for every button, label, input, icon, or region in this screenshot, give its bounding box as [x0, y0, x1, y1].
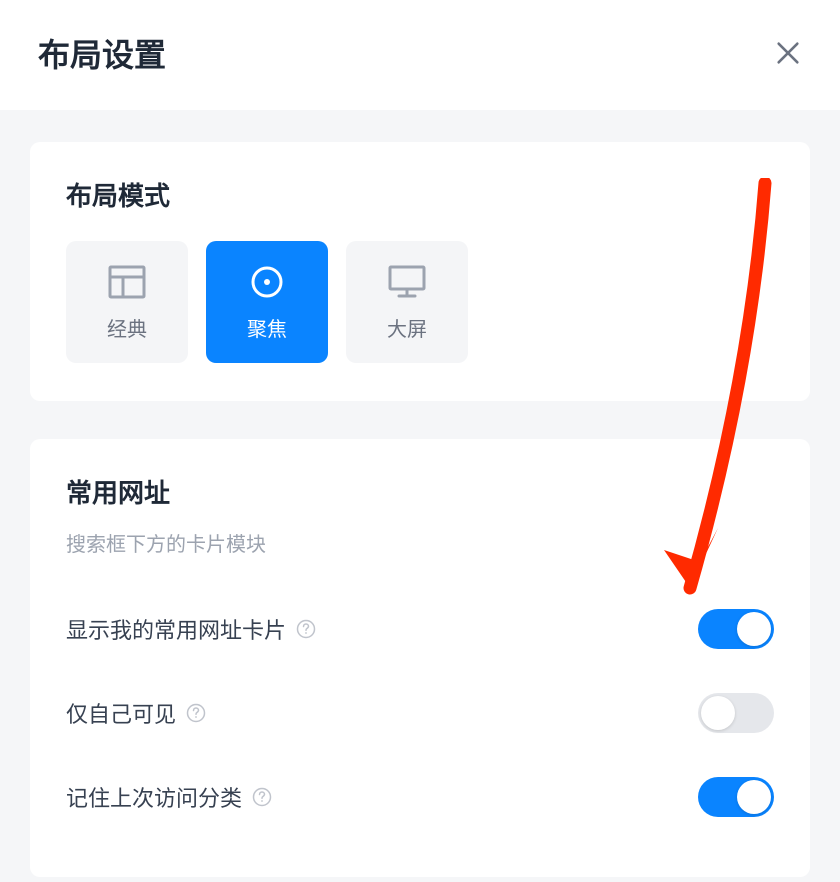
layout-option-focus[interactable]: 聚焦: [206, 241, 328, 363]
help-icon[interactable]: [252, 787, 272, 807]
setting-label-wrap: 仅自己可见: [66, 697, 206, 729]
dialog-header: 布局设置: [0, 0, 840, 110]
toggle-knob: [701, 696, 735, 730]
common-sites-panel: 常用网址 搜索框下方的卡片模块 显示我的常用网址卡片 仅自己可见: [30, 439, 810, 877]
layout-classic-icon: [108, 263, 146, 301]
layout-widescreen-icon: [387, 263, 427, 301]
layout-mode-title: 布局模式: [66, 176, 774, 213]
help-icon[interactable]: [186, 703, 206, 723]
setting-row-only-self: 仅自己可见: [66, 671, 774, 755]
toggle-knob: [737, 780, 771, 814]
setting-row-show-cards: 显示我的常用网址卡片: [66, 587, 774, 671]
setting-label: 显示我的常用网址卡片: [66, 613, 286, 645]
setting-row-remember-category: 记住上次访问分类: [66, 755, 774, 839]
layout-option-label: 聚焦: [247, 313, 287, 342]
layout-options-group: 经典 聚焦 大屏: [66, 241, 774, 363]
common-sites-title: 常用网址: [66, 473, 774, 510]
layout-mode-panel: 布局模式 经典 聚焦: [30, 142, 810, 401]
toggle-show-cards[interactable]: [698, 609, 774, 649]
close-button[interactable]: [774, 39, 802, 67]
setting-label: 仅自己可见: [66, 697, 176, 729]
layout-focus-icon: [249, 263, 285, 301]
layout-option-label: 大屏: [387, 313, 427, 342]
common-sites-subtitle: 搜索框下方的卡片模块: [66, 528, 774, 557]
setting-label-wrap: 记住上次访问分类: [66, 781, 272, 813]
toggle-only-self[interactable]: [698, 693, 774, 733]
dialog-title: 布局设置: [38, 30, 166, 76]
setting-label: 记住上次访问分类: [66, 781, 242, 813]
dialog-content: 布局模式 经典 聚焦: [0, 110, 840, 882]
layout-option-classic[interactable]: 经典: [66, 241, 188, 363]
help-icon[interactable]: [296, 619, 316, 639]
toggle-remember-category[interactable]: [698, 777, 774, 817]
close-icon: [774, 39, 802, 67]
layout-option-label: 经典: [107, 313, 147, 342]
toggle-knob: [737, 612, 771, 646]
layout-option-widescreen[interactable]: 大屏: [346, 241, 468, 363]
setting-label-wrap: 显示我的常用网址卡片: [66, 613, 316, 645]
